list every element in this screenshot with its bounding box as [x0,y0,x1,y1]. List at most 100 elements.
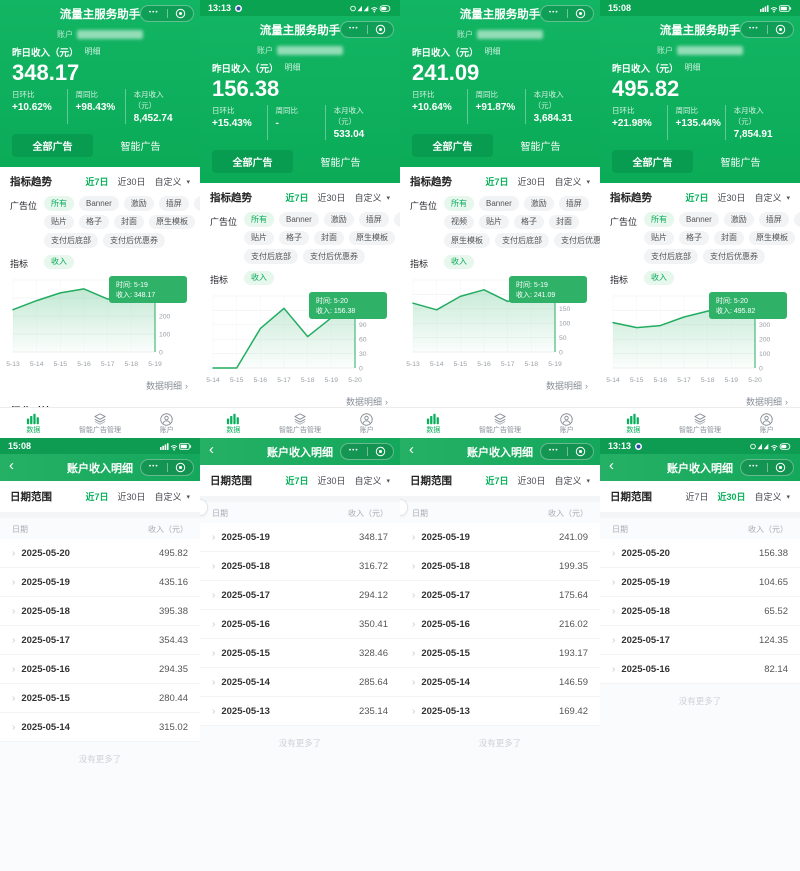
adslot-chip[interactable]: Banner [79,196,119,211]
adslot-chip[interactable]: 支付后底部 [644,249,698,264]
table-row[interactable]: ›2025-05-19241.09 [400,523,600,552]
adslot-chip[interactable]: 插屏 [759,212,789,227]
dropdown-arrow-icon[interactable]: ▾ [386,194,390,202]
adslot-chip[interactable]: 支付后底部 [244,249,298,264]
range-tab-1[interactable]: 近30日 [317,474,345,487]
capsule-menu[interactable]: ••• [340,443,394,460]
range-tab-2[interactable]: 自定义 [754,191,781,204]
account-row[interactable]: 账户 [200,43,400,58]
table-row[interactable]: ›2025-05-15193.17 [400,639,600,668]
capsule-menu[interactable]: ••• [740,459,794,476]
adslot-chip[interactable]: 所有 [244,212,274,227]
more-icon[interactable]: ••• [741,26,767,33]
adslot-chip[interactable]: 格子 [79,215,109,230]
adslot-chip[interactable]: 支付后优惠券 [103,233,165,248]
range-tab-0[interactable]: 近7日 [685,191,708,204]
tab-data[interactable]: 数据 [600,413,667,434]
adslot-chip[interactable]: 格子 [279,231,309,246]
income-trend-chart[interactable]: 50040030020010005-145-155-165-175-185-19… [605,288,795,392]
adslot-chip[interactable]: 封面 [549,215,579,230]
dropdown-arrow-icon[interactable]: ▾ [786,194,790,202]
target-icon[interactable] [568,446,594,457]
range-tab-1[interactable]: 近30日 [117,490,145,503]
range-tab-2[interactable]: 自定义 [154,175,181,188]
adslot-chip[interactable]: 封面 [314,231,344,246]
table-row[interactable]: ›2025-05-14285.64 [200,668,400,697]
adslot-chip[interactable]: 插屏 [359,212,389,227]
adslot-chip[interactable]: 格子 [679,231,709,246]
range-tab-2[interactable]: 自定义 [354,474,381,487]
range-tab-0[interactable]: 近7日 [285,191,308,204]
more-icon[interactable]: ••• [741,464,767,471]
adslot-chip[interactable]: 所有 [44,196,74,211]
table-row[interactable]: ›2025-05-16350.41 [200,610,400,639]
data-detail-link[interactable]: 数据明细› [0,376,200,397]
income-detail-link[interactable]: 明细 [85,46,101,57]
target-icon[interactable] [168,8,194,19]
adslot-chip[interactable]: 支付后优惠券 [703,249,765,264]
capsule-menu[interactable]: ••• [140,459,194,476]
more-icon[interactable]: ••• [541,448,567,455]
account-row[interactable]: 账户 [0,27,200,42]
adslot-chip[interactable]: Banner [679,212,719,227]
adslot-chip[interactable]: 激励 [124,196,154,211]
adslot-chip[interactable]: 插屏 [559,196,589,211]
tab-smart-ad-manage[interactable]: 智能广告管理 [67,413,134,434]
table-row[interactable]: ›2025-05-17175.64 [400,581,600,610]
adslot-chip[interactable]: 激励 [524,196,554,211]
table-row[interactable]: ›2025-05-16216.02 [400,610,600,639]
table-row[interactable]: ›2025-05-19435.16 [0,568,200,597]
target-icon[interactable] [168,462,194,473]
range-tab-2[interactable]: 自定义 [754,490,781,503]
data-detail-link[interactable]: 数据明细› [600,392,800,407]
range-tab-0[interactable]: 近7日 [485,474,508,487]
metric-chip-income[interactable]: 收入 [644,271,674,286]
table-row[interactable]: ›2025-05-18395.38 [0,597,200,626]
table-row[interactable]: ›2025-05-19104.65 [600,568,800,597]
smart-ads-button[interactable]: 智能广告 [493,137,588,154]
adslot-chip[interactable]: 原生模板 [149,215,195,230]
adslot-chip[interactable]: 贴片 [244,231,274,246]
table-row[interactable]: ›2025-05-20156.38 [600,539,800,568]
more-icon[interactable]: ••• [541,10,567,17]
range-tab-0[interactable]: 近7日 [485,175,508,188]
income-detail-link[interactable]: 明细 [485,46,501,57]
adslot-chip[interactable]: 贴片 [479,215,509,230]
range-tab-2[interactable]: 自定义 [554,175,581,188]
account-row[interactable]: 账户 [400,27,600,42]
range-tab-2[interactable]: 自定义 [154,490,181,503]
adslot-chip[interactable]: 支付后底部 [495,233,549,248]
table-row[interactable]: ›2025-05-18316.72 [200,552,400,581]
adslot-chip[interactable]: 原生模板 [749,231,795,246]
table-row[interactable]: ›2025-05-17294.12 [200,581,400,610]
table-row[interactable]: ›2025-05-14315.02 [0,713,200,742]
table-row[interactable]: ›2025-05-13235.14 [200,697,400,726]
tab-account[interactable]: 账户 [333,413,400,434]
tab-smart-ad-manage[interactable]: 智能广告管理 [467,413,534,434]
more-icon[interactable]: ••• [341,26,367,33]
table-row[interactable]: ›2025-05-15280.44 [0,684,200,713]
range-tab-0[interactable]: 近7日 [285,474,308,487]
adslot-chip[interactable]: Banner [279,212,319,227]
target-icon[interactable] [768,24,794,35]
dropdown-arrow-icon[interactable]: ▾ [586,477,590,485]
table-row[interactable]: ›2025-05-15328.46 [200,639,400,668]
table-row[interactable]: ›2025-05-13169.42 [400,697,600,726]
table-row[interactable]: ›2025-05-18199.35 [400,552,600,581]
dropdown-arrow-icon[interactable]: ▾ [186,493,190,501]
tab-account[interactable]: 账户 [133,413,200,434]
more-icon[interactable]: ••• [141,464,167,471]
adslot-chip[interactable]: 所有 [644,212,674,227]
all-ads-button[interactable]: 全部广告 [612,150,693,173]
adslot-chip[interactable]: 插屏 [159,196,189,211]
range-tab-1[interactable]: 近30日 [317,191,345,204]
tab-smart-ad-manage[interactable]: 智能广告管理 [667,413,734,434]
back-icon[interactable]: ‹ [209,442,214,457]
data-detail-link[interactable]: 数据明细› [400,376,600,397]
table-row[interactable]: ›2025-05-1682.14 [600,655,800,684]
target-icon[interactable] [368,24,394,35]
tab-account[interactable]: 账户 [733,413,800,434]
adslot-chip[interactable]: 原生模板 [444,233,490,248]
range-tab-1[interactable]: 近30日 [517,474,545,487]
more-icon[interactable]: ••• [341,448,367,455]
